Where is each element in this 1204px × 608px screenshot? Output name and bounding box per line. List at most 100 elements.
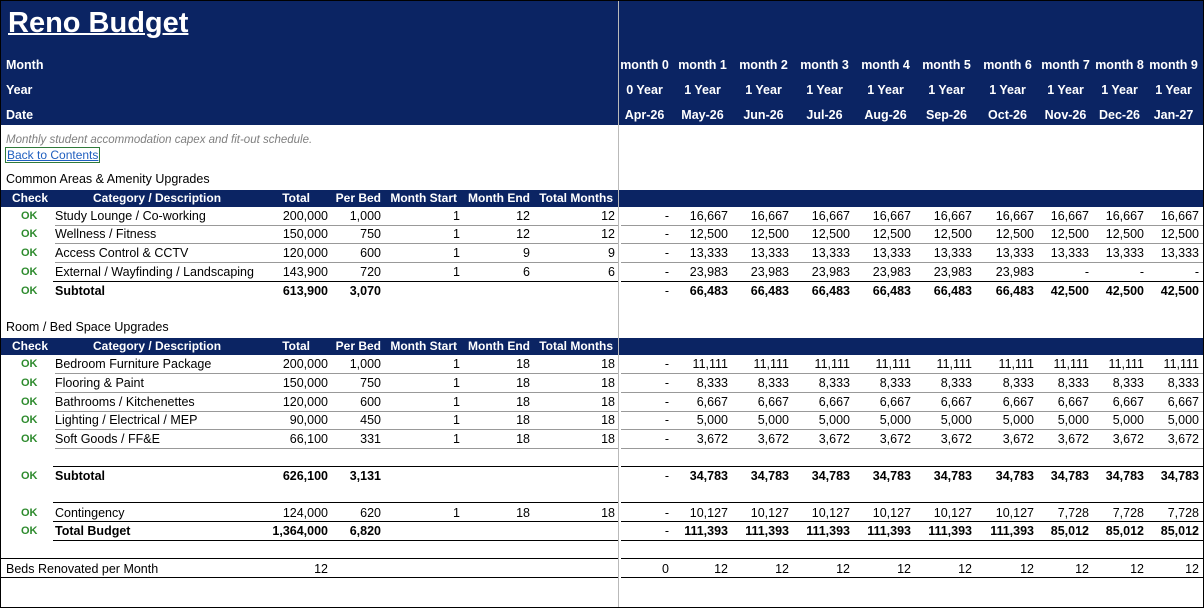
row-month-value: 13,333 bbox=[995, 246, 1034, 260]
month-row-label: Month bbox=[6, 58, 44, 72]
total-budget-bottom-border bbox=[621, 540, 1203, 541]
header-date-cell: Jun-26 bbox=[743, 108, 784, 122]
row-total-months: 18 bbox=[601, 376, 615, 390]
row-per-bed: 750 bbox=[360, 227, 381, 241]
table-row: OK External / Wayfinding / Landscaping 143… bbox=[1, 263, 1203, 281]
row-month-value: 23,983 bbox=[689, 265, 728, 279]
row-month-value: 34,783 bbox=[1105, 469, 1144, 483]
header-month-cell: month 3 bbox=[800, 58, 849, 72]
row-description: Bathrooms / Kitchenettes bbox=[55, 395, 195, 409]
row-month-value: 12 bbox=[714, 562, 728, 576]
row-total: 120,000 bbox=[282, 246, 328, 260]
row-month-value: 34,783 bbox=[872, 469, 911, 483]
row-month-value: 5,000 bbox=[818, 413, 850, 427]
row-month-value: - bbox=[664, 265, 669, 279]
row-month-value: 13,333 bbox=[1050, 246, 1089, 260]
contingency-top-border bbox=[621, 502, 1203, 503]
row-month-value: 12,500 bbox=[872, 227, 911, 241]
row-month-value: 3,672 bbox=[879, 432, 911, 446]
row-description: Subtotal bbox=[55, 284, 105, 298]
row-month-value: 11,111 bbox=[936, 357, 972, 371]
col-header-per-bed: Per Bed bbox=[335, 339, 381, 353]
row-month-value: 3,672 bbox=[696, 432, 728, 446]
row-month-value: 42,500 bbox=[1160, 284, 1199, 298]
row-month-value: 8,333 bbox=[818, 376, 850, 390]
row-description: Subtotal bbox=[55, 469, 105, 483]
row-month-value: 6,667 bbox=[1002, 395, 1034, 409]
row-month-end: 12 bbox=[516, 209, 530, 223]
row-month-value: 34,783 bbox=[750, 469, 789, 483]
table-header-room-upgrades: Check Category / Description Total Per Bed M… bbox=[1, 338, 1203, 355]
row-month-value: 12 bbox=[897, 562, 911, 576]
beds-bottom-border bbox=[1, 577, 619, 578]
row-month-value: 10,127 bbox=[933, 506, 972, 520]
row-month-value: 3,672 bbox=[1057, 432, 1089, 446]
contingency-top-border bbox=[53, 502, 619, 503]
row-month-value: 34,783 bbox=[995, 469, 1034, 483]
row-month-value: 5,000 bbox=[1112, 413, 1144, 427]
row-description: Wellness / Fitness bbox=[55, 227, 157, 241]
row-month-value: 111,393 bbox=[990, 524, 1034, 538]
row-per-bed: 720 bbox=[360, 265, 381, 279]
row-per-bed: 3,070 bbox=[349, 284, 381, 298]
row-month-value: 34,783 bbox=[811, 469, 850, 483]
row-total: 200,000 bbox=[282, 209, 328, 223]
row-total-months: 9 bbox=[608, 246, 615, 260]
row-per-bed: 450 bbox=[360, 413, 381, 427]
row-description: Beds Renovated per Month bbox=[6, 562, 159, 576]
row-month-value: 5,000 bbox=[1057, 413, 1089, 427]
row-month-start: 1 bbox=[453, 506, 460, 520]
row-month-value: - bbox=[664, 284, 669, 298]
table-row: OK Flooring & Paint 150,000 750 1 18 18 - 8,333 8… bbox=[1, 374, 1203, 392]
row-month-start: 1 bbox=[453, 376, 460, 390]
row-month-value: 12,500 bbox=[811, 227, 850, 241]
status-ok-badge: OK bbox=[21, 228, 38, 240]
row-description: Flooring & Paint bbox=[55, 376, 144, 390]
row-month-value: 11,111 bbox=[998, 357, 1034, 371]
row-month-value: 5,000 bbox=[696, 413, 728, 427]
header-date-cell: Nov-26 bbox=[1044, 108, 1087, 122]
header-month-cell: month 0 bbox=[620, 58, 669, 72]
status-ok-badge: OK bbox=[21, 470, 38, 482]
row-month-value: 7,728 bbox=[1057, 506, 1089, 520]
row-month-start: 1 bbox=[453, 357, 460, 371]
row-description: Bedroom Furniture Package bbox=[55, 357, 212, 371]
year-row-label: Year bbox=[6, 83, 33, 97]
beds-bottom-border bbox=[621, 577, 1203, 578]
total-budget-bottom-border bbox=[53, 540, 619, 541]
row-month-value: 13,333 bbox=[1160, 246, 1199, 260]
table-row: OK Access Control & CCTV 120,000 600 1 9 9 - 13,… bbox=[1, 244, 1203, 262]
status-ok-badge: OK bbox=[21, 433, 38, 445]
row-month-value: 0 bbox=[662, 562, 669, 576]
row-border bbox=[621, 448, 1203, 449]
row-month-value: 5,000 bbox=[940, 413, 972, 427]
beds-renovated-row: Beds Renovated per Month 12 0 12 12 12 12 12 12 1… bbox=[1, 560, 1203, 578]
table-row: OK Soft Goods / FF&E 66,100 331 1 18 18 - 3,672 3… bbox=[1, 430, 1203, 448]
back-to-contents-link[interactable]: Back to Contents bbox=[4, 147, 101, 163]
row-per-bed: 3,131 bbox=[349, 469, 381, 483]
row-month-start: 1 bbox=[453, 432, 460, 446]
row-month-value: 11,111 bbox=[692, 357, 728, 371]
row-month-end: 18 bbox=[516, 357, 530, 371]
header-month-cell: month 4 bbox=[861, 58, 910, 72]
status-ok-badge: OK bbox=[21, 285, 38, 297]
header-date-cell: Apr-26 bbox=[624, 108, 665, 122]
row-month-value: - bbox=[664, 227, 669, 241]
row-month-start: 1 bbox=[453, 395, 460, 409]
col-header-check: Check bbox=[12, 191, 49, 205]
row-total: 120,000 bbox=[282, 395, 328, 409]
row-month-value: 23,983 bbox=[811, 265, 850, 279]
row-month-value: - bbox=[664, 469, 669, 483]
table-row: OK Bedroom Furniture Package 200,000 1,000 1… bbox=[1, 355, 1203, 373]
row-month-end: 18 bbox=[516, 432, 530, 446]
row-month-value: 10,127 bbox=[811, 506, 850, 520]
row-month-value: 13,333 bbox=[811, 246, 850, 260]
table-row: OK Bathrooms / Kitchenettes 120,000 600 1 18 1… bbox=[1, 393, 1203, 411]
header-month-cell: month 1 bbox=[678, 58, 727, 72]
row-total: 124,000 bbox=[282, 506, 328, 520]
row-month-value: 66,483 bbox=[933, 284, 972, 298]
row-month-value: 12,500 bbox=[750, 227, 789, 241]
header-year-cell: 1 Year bbox=[989, 83, 1026, 97]
row-month-value: 111,393 bbox=[928, 524, 972, 538]
subtotal-row: OK Subtotal 613,900 3,070 - 66,483 66,483 66,48… bbox=[1, 282, 1203, 300]
